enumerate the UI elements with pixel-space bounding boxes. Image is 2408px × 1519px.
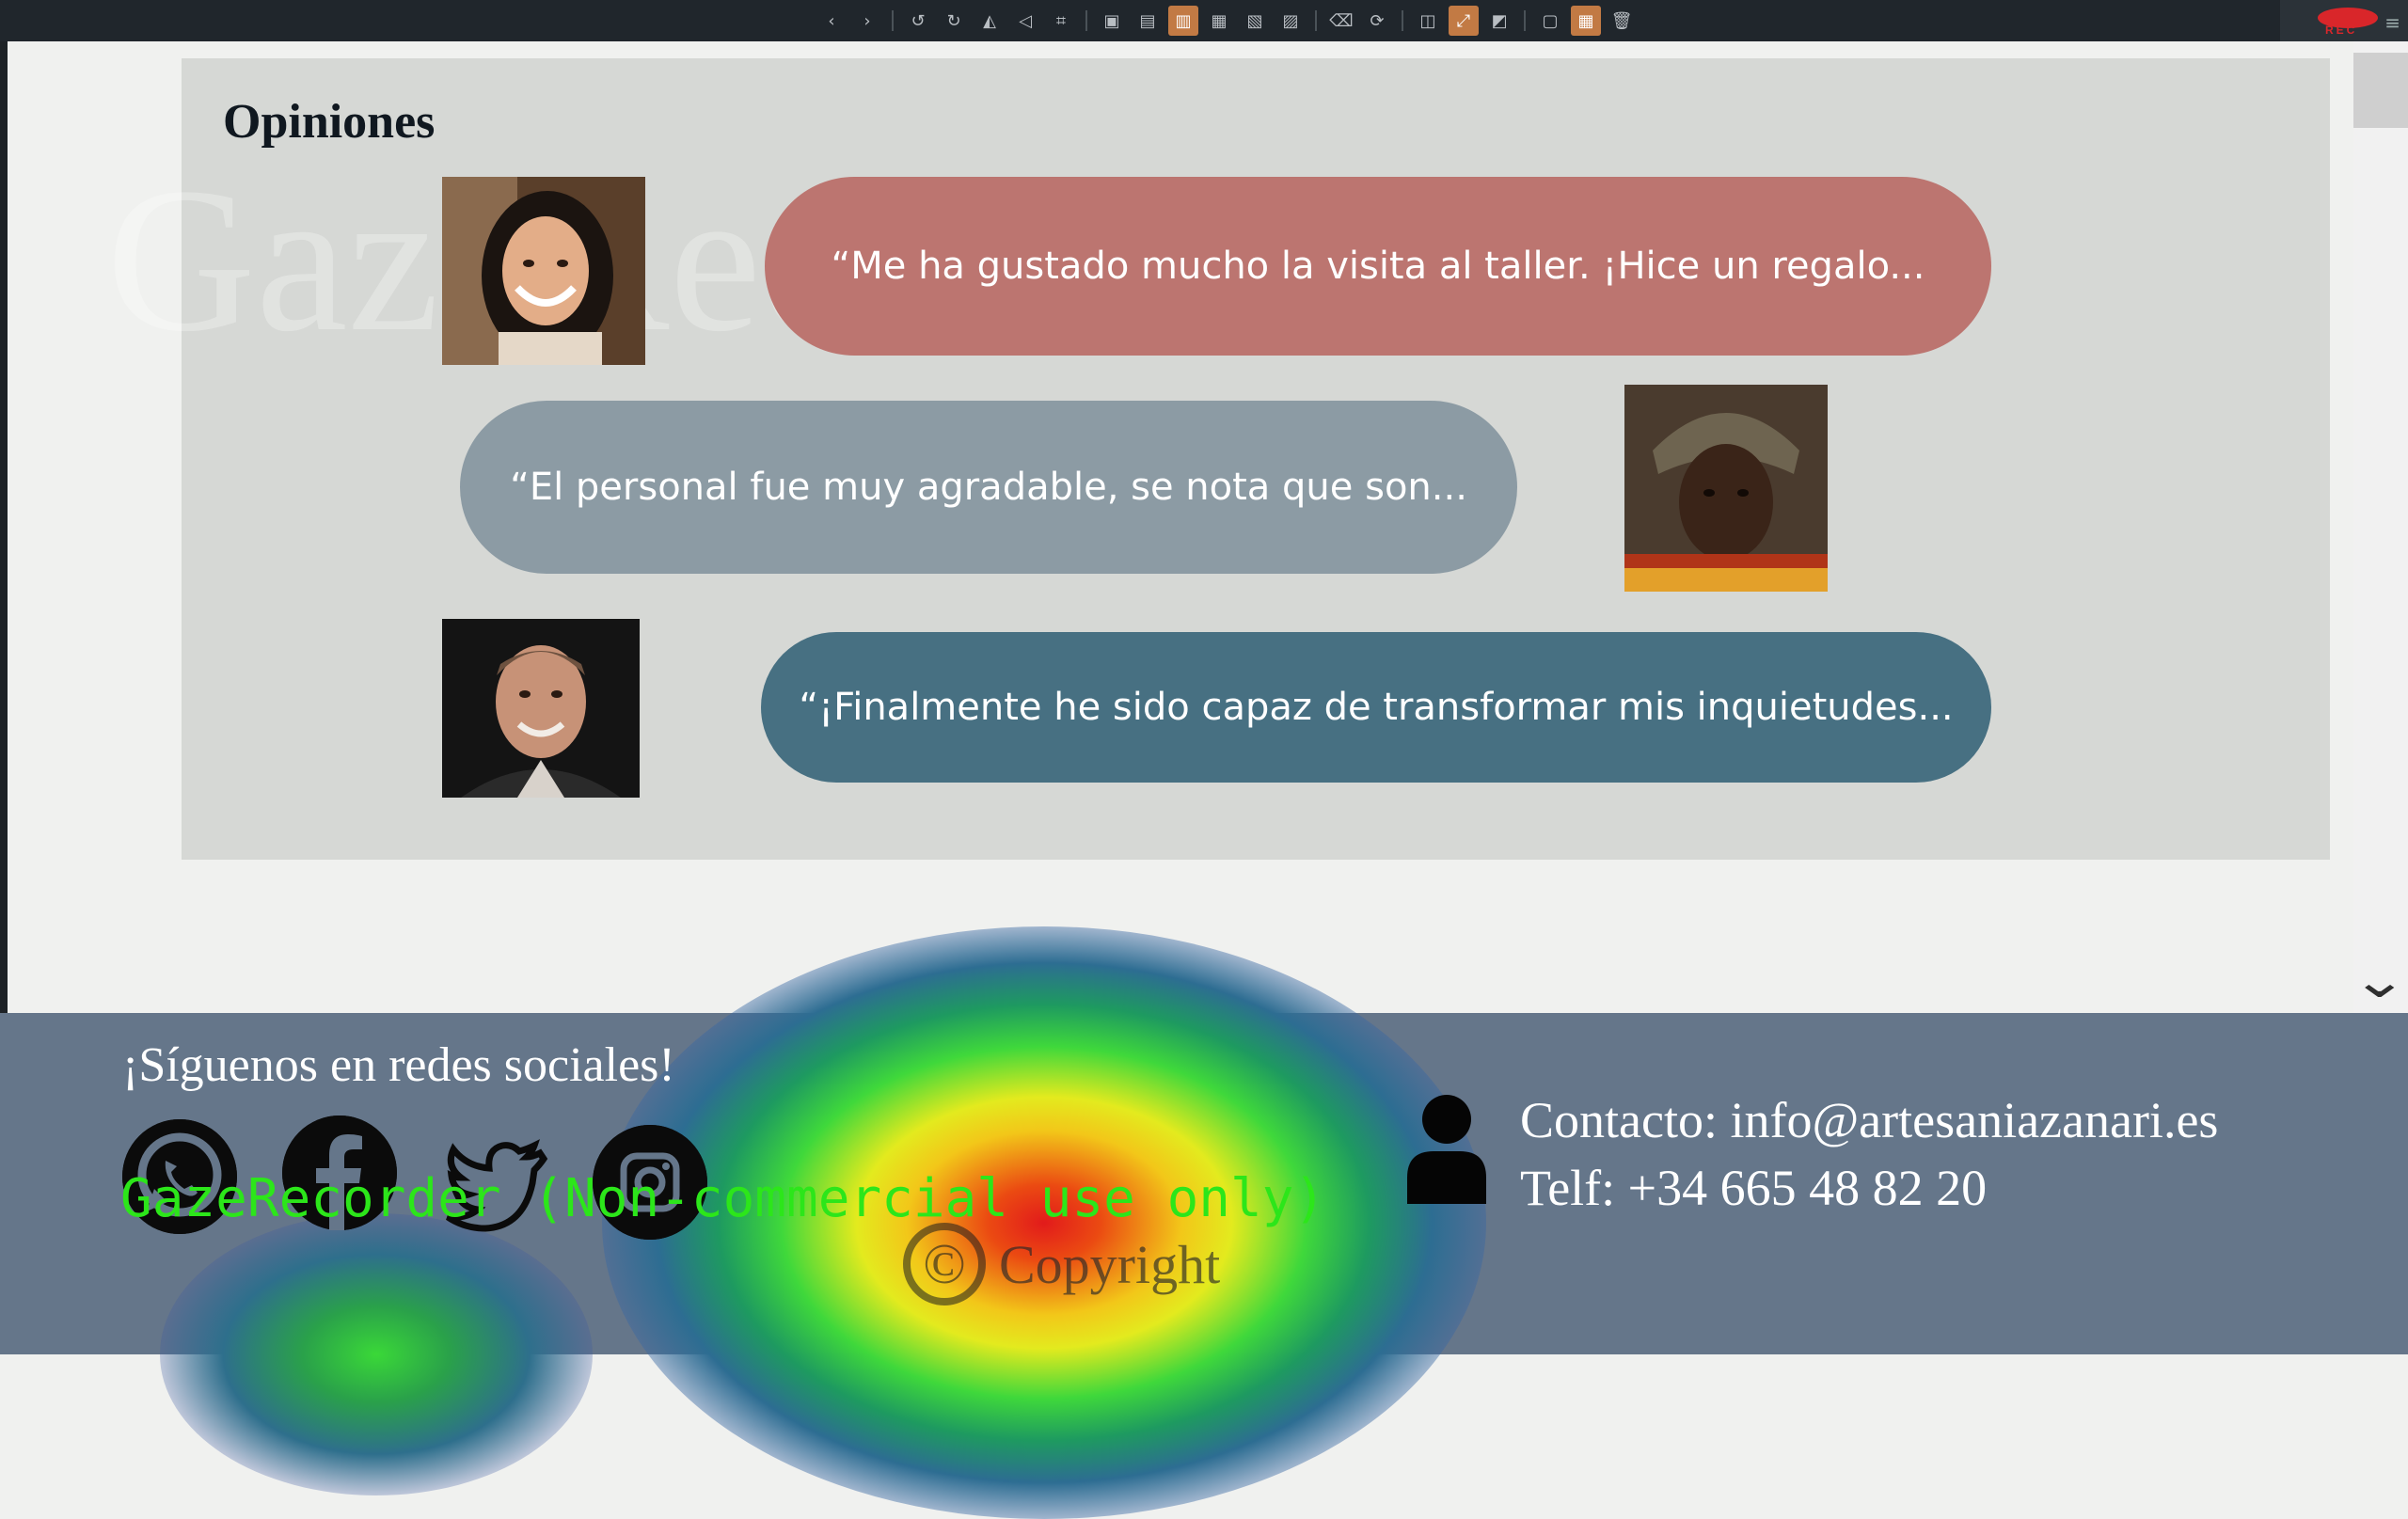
frame-c-icon[interactable]: ▧ <box>1240 6 1270 36</box>
back-icon[interactable]: ‹ <box>816 6 847 36</box>
image-icon[interactable]: ▢ <box>1535 6 1565 36</box>
window-edge <box>0 41 8 1013</box>
toolbar-buttons: ‹ › ↺ ↻ ◭ ◁ ⌗ ▣ ▤ ▥ ▦ ▧ ▨ ⌫ ⟳ ◫ ⤢ ◩ ▢ ▦ … <box>816 6 1637 36</box>
review-bubble-3[interactable]: “¡Finalmente he sido capaz de transforma… <box>761 632 1991 783</box>
copyright-icon: © <box>903 1223 986 1305</box>
user-icon <box>1402 1091 1492 1209</box>
section-title: Opiniones <box>223 95 436 149</box>
reviewer-photo-3 <box>442 619 640 798</box>
review-quote-1: “Me ha gustado mucho la visita al taller… <box>831 245 1925 288</box>
reviews-section: GazeRecorder Opiniones “Me ha gustado mu… <box>106 58 2330 860</box>
record-indicator[interactable]: REC ≡ <box>2280 0 2408 41</box>
grid-icon[interactable]: ▦ <box>1571 6 1601 36</box>
scroll-thumb[interactable] <box>2353 53 2408 128</box>
page-scrollbar[interactable]: ⌄ <box>2351 41 2408 1013</box>
contact-phone[interactable]: Telf: +34 665 48 82 20 <box>1520 1159 1987 1217</box>
follow-title: ¡Síguenos en redes sociales! <box>122 1038 675 1092</box>
forward-icon[interactable]: › <box>852 6 882 36</box>
gaze-heatmap-blob <box>160 1213 593 1495</box>
review-bubble-2[interactable]: “El personal fue muy agradable, se nota … <box>460 401 1517 574</box>
toolbar-divider <box>1524 10 1526 31</box>
gaze-recorder-overlay: GazeRecorder (Non-commercial use only) <box>120 1168 1326 1229</box>
record-label: REC <box>2325 24 2358 37</box>
toolbar-divider <box>892 10 894 31</box>
menu-icon[interactable]: ≡ <box>2384 11 2400 34</box>
review-quote-3: “¡Finalmente he sido capaz de transforma… <box>799 686 1954 729</box>
eraser-icon[interactable]: ⌫ <box>1326 6 1356 36</box>
top-toolbar: ‹ › ↺ ↻ ◭ ◁ ⌗ ▣ ▤ ▥ ▦ ▧ ▨ ⌫ ⟳ ◫ ⤢ ◩ ▢ ▦ … <box>0 0 2408 41</box>
frame-d-icon[interactable]: ▨ <box>1275 6 1306 36</box>
toolbar-divider <box>1085 10 1087 31</box>
reviewer-photo-1 <box>442 177 645 365</box>
review-bubble-1[interactable]: “Me ha gustado mucho la visita al taller… <box>765 177 1991 356</box>
rotate-icon[interactable]: ◁ <box>1010 6 1040 36</box>
chevron-down-icon[interactable]: ⌄ <box>2351 953 2408 1009</box>
contact-email[interactable]: Contacto: info@artesaniazanari.es <box>1520 1091 2218 1149</box>
toolbar-divider <box>1315 10 1317 31</box>
redo-icon[interactable]: ↻ <box>939 6 969 36</box>
toolbar-divider <box>1402 10 1403 31</box>
review-quote-2: “El personal fue muy agradable, se nota … <box>510 466 1467 509</box>
reviewer-photo-2 <box>1624 385 1828 592</box>
resize-icon[interactable]: ⤢ <box>1449 6 1479 36</box>
trash-icon[interactable]: 🗑 <box>1607 6 1637 36</box>
frame-active-icon[interactable]: ▥ <box>1168 6 1198 36</box>
layout-icon[interactable]: ◫ <box>1413 6 1443 36</box>
refresh-icon[interactable]: ⟳ <box>1362 6 1392 36</box>
copyright-label: Copyright <box>999 1233 1221 1295</box>
frame-icon[interactable]: ▣ <box>1097 6 1127 36</box>
frame-lock-icon[interactable]: ▤ <box>1133 6 1163 36</box>
crop-icon[interactable]: ⌗ <box>1046 6 1076 36</box>
copyright-notice: © Copyright <box>903 1223 1220 1305</box>
undo-icon[interactable]: ↺ <box>903 6 933 36</box>
frame-b-icon[interactable]: ▦ <box>1204 6 1234 36</box>
chat-icon[interactable]: ◩ <box>1484 6 1514 36</box>
flip-icon[interactable]: ◭ <box>974 6 1005 36</box>
